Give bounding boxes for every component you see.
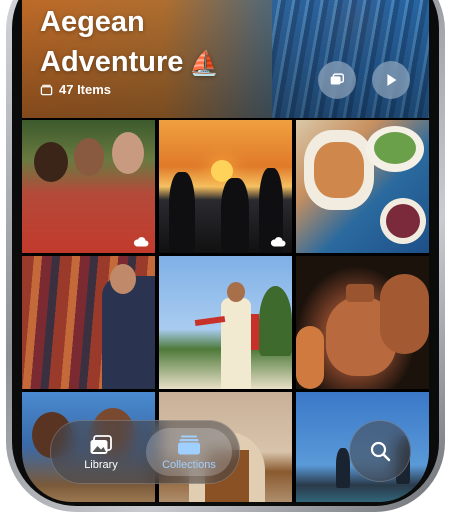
photo-thumbnail[interactable] [159, 120, 292, 253]
album-title-line1: Aegean [40, 6, 145, 38]
icloud-icon [133, 237, 149, 247]
item-count-label: 47 Items [59, 82, 112, 97]
album-item-count: 47 Items [40, 82, 111, 97]
tab-collections-label: Collections [162, 458, 216, 471]
tab-collections[interactable]: Collections [146, 428, 232, 476]
photo-thumbnail[interactable] [296, 256, 429, 389]
search-button[interactable] [349, 420, 411, 482]
photo-thumbnail[interactable] [159, 256, 292, 389]
memories-icon [330, 73, 345, 85]
tab-library-label: Library [84, 458, 118, 471]
photo-thumbnail[interactable] [296, 120, 429, 253]
memories-button[interactable] [318, 61, 356, 99]
photos-app-screen: Aegean Adventure ⛵ 47 Items Library Coll… [22, 0, 429, 502]
play-icon [387, 74, 397, 86]
search-icon [370, 441, 391, 462]
sailboat-emoji: ⛵ [189, 50, 220, 77]
photo-thumbnail[interactable] [22, 120, 155, 253]
collections-icon [178, 435, 200, 454]
tab-library[interactable]: Library [58, 428, 144, 476]
photo-stack-icon [40, 84, 53, 96]
photo-library-icon [90, 434, 112, 454]
album-title-line2: Adventure [40, 46, 184, 78]
photo-thumbnail[interactable] [22, 256, 155, 389]
album-title: Aegean Adventure ⛵ [40, 2, 219, 84]
play-slideshow-button[interactable] [372, 61, 410, 99]
album-header: Aegean Adventure ⛵ 47 Items [22, 0, 429, 118]
tab-bar: Library Collections [50, 420, 240, 484]
icloud-icon [270, 237, 286, 247]
